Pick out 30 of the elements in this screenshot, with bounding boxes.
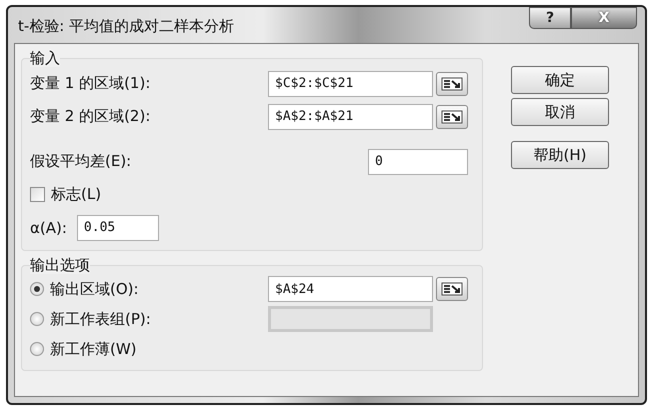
checkbox-label: 标志(L) <box>51 185 102 204</box>
collapse-icon <box>441 110 463 124</box>
field-label: 变量 1 的区域(1): <box>30 74 150 93</box>
input-field[interactable]: $A$2:$A$21 <box>268 104 433 130</box>
group-title: 输出选项 <box>30 256 90 274</box>
dialog-button[interactable]: 帮助(H) <box>511 141 609 169</box>
input-field[interactable]: 0.05 <box>76 214 159 240</box>
field-label: α(A): <box>30 218 67 236</box>
group-title: 输入 <box>30 49 60 67</box>
range-picker-button[interactable] <box>436 72 468 96</box>
input-field[interactable]: $A$24 <box>268 276 433 302</box>
radio-label: 新工作薄(W) <box>50 340 137 358</box>
window-title: t-检验: 平均值的成对二样本分析 <box>18 17 234 36</box>
collapse-icon <box>441 282 463 296</box>
radio-label: 输出区域(O): <box>50 280 139 298</box>
range-picker-button[interactable] <box>436 277 468 301</box>
radio-button[interactable] <box>30 312 44 326</box>
radio-label: 新工作表组(P): <box>50 310 151 328</box>
help-button[interactable]: ? <box>529 7 571 29</box>
dialog-button[interactable]: 确定 <box>511 66 609 94</box>
radio-button[interactable] <box>30 342 44 356</box>
range-picker-button[interactable] <box>436 104 468 128</box>
input-field[interactable]: 0 <box>368 148 468 174</box>
radio-button[interactable] <box>30 282 44 296</box>
checkbox[interactable] <box>30 187 45 202</box>
input-field[interactable]: $C$2:$C$21 <box>268 70 433 96</box>
field-label: 假设平均差(E): <box>30 152 132 171</box>
field-label: 变量 2 的区域(2): <box>30 107 150 126</box>
collapse-icon <box>441 76 463 90</box>
dialog-button[interactable]: 取消 <box>511 98 609 126</box>
